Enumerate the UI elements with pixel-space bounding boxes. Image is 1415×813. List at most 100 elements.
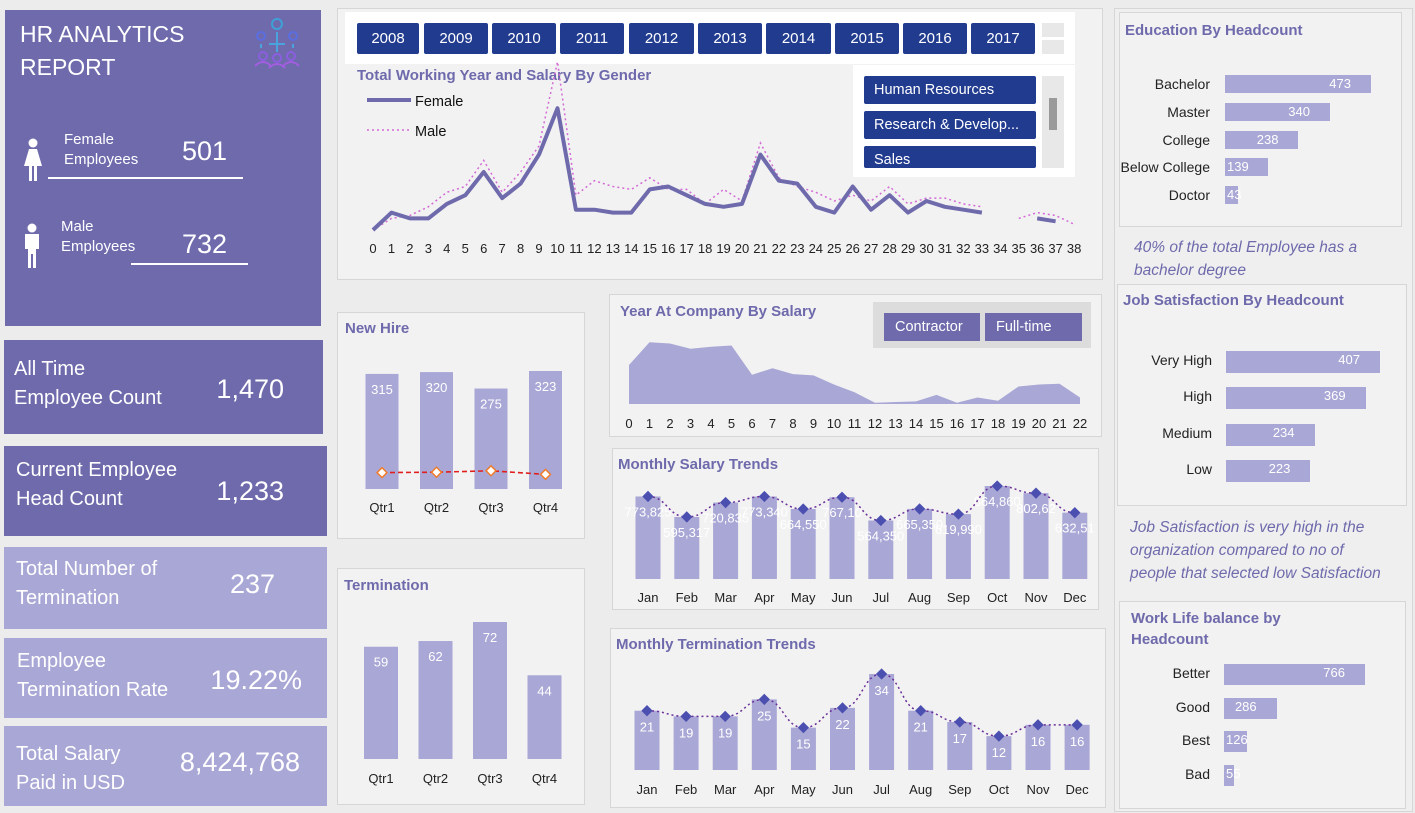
category-label: Jun xyxy=(832,782,853,797)
data-label: 21 xyxy=(913,720,927,735)
data-label: 19 xyxy=(679,725,693,740)
category-label: Qtr3 xyxy=(477,771,502,786)
x-tick-label: 23 xyxy=(790,241,804,256)
education-insight: 40% of the total Employee has a bachelor… xyxy=(1134,239,1358,279)
x-tick-label: 12 xyxy=(868,416,882,431)
hr-dashboard: { "header": { "title_line1": "HR ANALYTI… xyxy=(0,0,1415,813)
x-tick-label: 9 xyxy=(810,416,817,431)
kpi-label: Total Salary Paid in USD xyxy=(16,743,125,794)
x-tick-label: 15 xyxy=(929,416,943,431)
x-tick-label: 22 xyxy=(1073,416,1087,431)
x-tick-label: 19 xyxy=(716,241,730,256)
x-tick-label: 8 xyxy=(789,416,796,431)
data-label: 323 xyxy=(535,379,557,394)
scrollbar-thumb[interactable] xyxy=(1049,98,1057,130)
x-tick-label: 13 xyxy=(888,416,902,431)
x-tick-label: 1 xyxy=(646,416,653,431)
department-scrollbar[interactable] xyxy=(1042,76,1064,168)
category-label: Master xyxy=(1167,103,1210,120)
x-tick-label: 9 xyxy=(535,241,542,256)
category-label: Qtr4 xyxy=(533,500,558,515)
category-label: Best xyxy=(1181,732,1210,749)
x-tick-label: 8 xyxy=(517,241,524,256)
data-label: 315 xyxy=(371,382,393,397)
x-tick-label: 20 xyxy=(735,241,749,256)
kpi-value: 1,470 xyxy=(216,374,284,404)
new-hire-chart: 315 Qtr1 320 Qtr2 275 Qtr3 323 Qtr4 xyxy=(365,371,562,515)
kpi-value: 1,233 xyxy=(216,476,284,506)
x-tick-label: 6 xyxy=(748,416,755,431)
category-label: Oct xyxy=(987,590,1008,605)
x-tick-label: 27 xyxy=(864,241,878,256)
male-person-icon xyxy=(25,223,39,268)
category-label: Feb xyxy=(675,782,697,797)
x-tick-label: 19 xyxy=(1011,416,1025,431)
category-label: Feb xyxy=(676,590,698,605)
x-tick-label: 35 xyxy=(1012,241,1026,256)
data-label: 234 xyxy=(1272,424,1295,440)
data-label: 320 xyxy=(426,380,448,395)
x-tick-label: 16 xyxy=(950,416,964,431)
category-label: Sep xyxy=(947,590,970,605)
data-label: 223 xyxy=(1268,460,1291,476)
x-tick-label: 18 xyxy=(991,416,1005,431)
female-employees-label: Female Employees xyxy=(64,131,139,168)
x-tick-label: 11 xyxy=(569,241,583,256)
female-person-icon xyxy=(24,138,42,181)
x-tick-label: 5 xyxy=(462,241,469,256)
kpi-label: Employee Termination Rate xyxy=(17,650,169,701)
category-label: Dec xyxy=(1066,782,1090,797)
data-label: 238 xyxy=(1256,131,1279,147)
x-tick-label: 17 xyxy=(679,241,693,256)
work-life-title: Work Life balance by Headcount xyxy=(1131,610,1281,648)
category-label: May xyxy=(791,590,816,605)
x-tick-label: 22 xyxy=(772,241,786,256)
data-label: 767,10 xyxy=(822,505,862,520)
data-label: 25 xyxy=(757,708,771,723)
category-label: Jul xyxy=(873,782,890,797)
category-label: May xyxy=(791,782,816,797)
divider xyxy=(131,263,248,265)
report-title: HR ANALYTICS REPORT xyxy=(20,21,185,80)
x-tick-label: 2 xyxy=(406,241,413,256)
x-tick-label: 4 xyxy=(707,416,714,431)
category-label: Below College xyxy=(1120,159,1211,176)
category-label: Jun xyxy=(832,590,853,605)
kpi-total-terminations: Total Number of Termination 237 xyxy=(4,547,327,629)
data-label: 407 xyxy=(1338,352,1360,367)
data-label: 17 xyxy=(953,731,967,746)
category-label: Nov xyxy=(1024,590,1048,605)
department-human-resources[interactable]: Human Resources xyxy=(864,76,1036,104)
category-label: College xyxy=(1162,131,1210,148)
x-tick-label: 10 xyxy=(827,416,841,431)
category-label: Apr xyxy=(754,590,775,605)
education-title: Education By Headcount xyxy=(1125,22,1303,39)
data-label: 139 xyxy=(1227,159,1249,175)
data-label: 59 xyxy=(374,655,388,670)
legend-female-label: Female xyxy=(415,94,463,110)
kpi-termination-rate: Employee Termination Rate 19.22% xyxy=(4,638,327,718)
working-year-x-ticks: 0 1 2 3 4 5 6 7 8 9 10 11 12 13 14 15 16 17 18 19 20 21 22 23 24… xyxy=(369,241,1081,256)
data-label: 43 xyxy=(1227,187,1242,203)
x-tick-label: 3 xyxy=(687,416,694,431)
year-at-company-chart: 0 1 2 3 4 5 6 7 8 9 10 11 12 13 14 15 16 17 18 19 20 21 22 xyxy=(625,342,1087,431)
x-tick-label: 28 xyxy=(882,241,896,256)
kpi-value: 8,424,768 xyxy=(179,747,300,777)
x-tick-label: 14 xyxy=(624,241,638,256)
data-label: 340 xyxy=(1288,103,1310,119)
category-label: Qtr3 xyxy=(478,500,503,515)
male-employees-value: 732 xyxy=(181,229,227,259)
x-tick-label: 31 xyxy=(938,241,952,256)
category-label: Qtr1 xyxy=(369,500,394,515)
monthly-termination-chart: 21 Jan 19 Feb 19 Mar 25 Apr 15 May 22 Jun 34 Jul 21 Aug… xyxy=(634,668,1090,797)
category-label: Nov xyxy=(1026,782,1050,797)
x-tick-label: 10 xyxy=(550,241,564,256)
x-tick-label: 7 xyxy=(769,416,776,431)
category-label: Qtr1 xyxy=(368,771,393,786)
department-research-development[interactable]: Research & Develop... xyxy=(864,111,1036,139)
x-tick-label: 38 xyxy=(1067,241,1081,256)
kpi-label: All Time Employee Count xyxy=(14,358,162,409)
new-hire-trend-line xyxy=(381,469,546,476)
x-tick-label: 21 xyxy=(1052,416,1066,431)
department-sales[interactable]: Sales xyxy=(864,146,1036,168)
